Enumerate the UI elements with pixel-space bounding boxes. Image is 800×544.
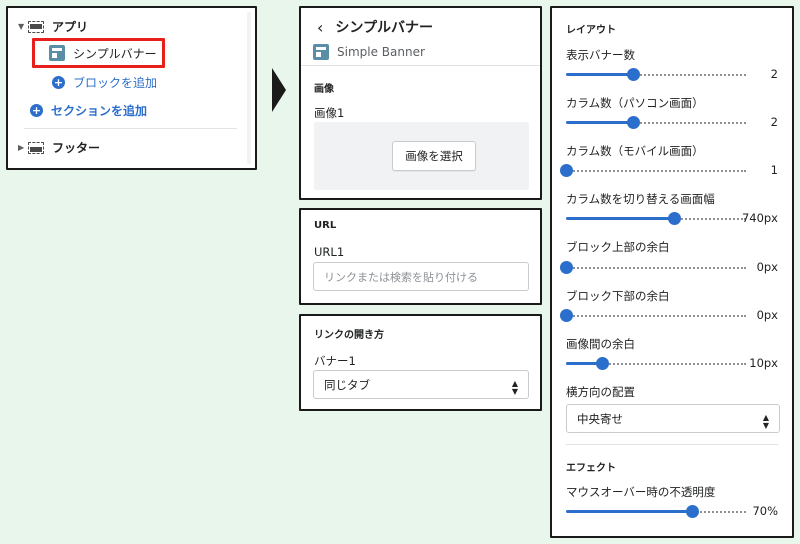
add-section-link[interactable]: + セクションを追加 bbox=[30, 102, 147, 119]
slider-track bbox=[566, 315, 746, 317]
slider-track bbox=[566, 267, 746, 269]
url-settings-panel: URL URL1 リンクまたは検索を貼り付ける bbox=[299, 208, 542, 305]
slider-fill bbox=[566, 73, 633, 76]
banner-count-value: 2 bbox=[770, 67, 778, 81]
slider-track bbox=[566, 170, 746, 172]
section-heading-image: 画像 bbox=[314, 84, 334, 95]
divider bbox=[566, 444, 778, 445]
app-subtitle: Simple Banner bbox=[337, 45, 425, 59]
slider-thumb[interactable] bbox=[596, 357, 609, 370]
block-bottom-margin-slider[interactable] bbox=[560, 308, 746, 322]
add-section-label: セクションを追加 bbox=[51, 104, 148, 118]
section-app-label: アプリ bbox=[52, 20, 89, 34]
section-heading-effect: エフェクト bbox=[566, 463, 616, 474]
slider-track bbox=[632, 122, 746, 124]
columns-pc-label: カラム数（パソコン画面） bbox=[566, 96, 704, 110]
banner-app-icon bbox=[49, 45, 65, 61]
slider-thumb[interactable] bbox=[626, 68, 640, 81]
add-block-label: ブロックを追加 bbox=[73, 76, 158, 90]
link-target-select[interactable]: 同じタブ ▲ ▼ bbox=[313, 370, 529, 399]
slider-fill bbox=[566, 510, 692, 513]
link-target-selected: 同じタブ bbox=[324, 377, 370, 392]
horizontal-align-select[interactable]: 中央寄せ ▲ ▼ bbox=[566, 404, 780, 433]
field-label-url1: URL1 bbox=[314, 245, 345, 259]
horizontal-align-label: 横方向の配置 bbox=[566, 385, 635, 399]
image-picker-area[interactable]: 画像を選択 bbox=[314, 122, 529, 190]
slider-fill bbox=[566, 121, 633, 124]
slider-thumb[interactable] bbox=[560, 309, 573, 322]
slider-track bbox=[674, 218, 746, 220]
image-gap-value: 10px bbox=[749, 356, 778, 370]
plus-circle-icon: + bbox=[30, 104, 43, 117]
tree-section-footer[interactable]: ▶ フッター bbox=[18, 139, 100, 156]
slider-track bbox=[632, 74, 746, 76]
section-tree-panel: ▼ アプリ シンプルバナー + ブロックを追加 + セクションを追加 ▶ フッタ… bbox=[6, 6, 257, 170]
switch-width-label: カラム数を切り替える画面幅 bbox=[566, 192, 715, 206]
slider-fill bbox=[566, 217, 674, 220]
back-chevron-icon[interactable]: ‹ bbox=[317, 18, 323, 37]
section-heading-url: URL bbox=[314, 220, 337, 231]
slider-thumb[interactable] bbox=[560, 261, 573, 274]
banner-count-slider[interactable] bbox=[566, 67, 746, 81]
caret-right-icon[interactable]: ▶ bbox=[18, 143, 28, 152]
hover-opacity-value: 70% bbox=[752, 504, 778, 518]
tree-divider bbox=[24, 128, 237, 129]
slider-track bbox=[692, 511, 746, 513]
scrollbar[interactable] bbox=[247, 12, 251, 164]
panel-header: ‹ シンプルバナー bbox=[301, 8, 540, 46]
section-icon bbox=[28, 20, 44, 33]
select-image-button[interactable]: 画像を選択 bbox=[392, 141, 476, 171]
section-heading-link-target: リンクの開き方 bbox=[314, 330, 384, 341]
slider-thumb[interactable] bbox=[560, 164, 573, 177]
app-subtitle-row: Simple Banner bbox=[313, 44, 425, 60]
image-gap-slider[interactable] bbox=[566, 356, 746, 370]
select-arrows-icon: ▲ ▼ bbox=[762, 413, 769, 430]
slider-thumb[interactable] bbox=[668, 212, 681, 225]
block-bottom-margin-label: ブロック下部の余白 bbox=[566, 289, 670, 303]
field-label-image1: 画像1 bbox=[314, 106, 345, 120]
tree-section-app[interactable]: ▼ アプリ bbox=[18, 18, 88, 35]
horizontal-align-selected: 中央寄せ bbox=[577, 411, 623, 426]
banner-count-label: 表示バナー数 bbox=[566, 48, 635, 62]
plus-circle-icon: + bbox=[52, 76, 65, 89]
page-title: シンプルバナー bbox=[335, 20, 433, 36]
hover-opacity-label: マウスオーバー時の不透明度 bbox=[566, 485, 716, 499]
caret-down-icon[interactable]: ▼ bbox=[18, 22, 28, 31]
columns-pc-slider[interactable] bbox=[566, 115, 746, 129]
block-simple-banner[interactable]: シンプルバナー bbox=[32, 38, 165, 68]
block-bottom-margin-value: 0px bbox=[756, 308, 778, 322]
url-input[interactable]: リンクまたは検索を貼り付ける bbox=[313, 262, 529, 291]
section-icon bbox=[28, 141, 44, 154]
link-target-panel: リンクの開き方 バナー1 同じタブ ▲ ▼ bbox=[299, 314, 542, 411]
slider-thumb[interactable] bbox=[686, 505, 699, 518]
section-footer-label: フッター bbox=[52, 141, 101, 155]
select-arrows-icon: ▲ ▼ bbox=[511, 379, 518, 396]
section-heading-layout: レイアウト bbox=[566, 25, 616, 36]
slider-thumb[interactable] bbox=[626, 116, 640, 129]
switch-width-value: 740px bbox=[741, 211, 778, 225]
block-top-margin-value: 0px bbox=[756, 260, 778, 274]
add-block-link[interactable]: + ブロックを追加 bbox=[52, 74, 157, 91]
flow-arrow-icon bbox=[272, 68, 286, 112]
block-top-margin-slider[interactable] bbox=[560, 260, 746, 274]
field-label-banner1: バナー1 bbox=[314, 354, 356, 368]
divider bbox=[301, 65, 540, 66]
columns-mobile-label: カラム数（モバイル画面） bbox=[566, 144, 704, 158]
banner-app-icon bbox=[313, 44, 329, 60]
image-settings-panel: ‹ シンプルバナー Simple Banner 画像 画像1 画像を選択 bbox=[299, 6, 542, 200]
layout-settings-panel: レイアウト 表示バナー数 2 カラム数（パソコン画面） 2 カラム数（モバイル画… bbox=[550, 6, 794, 538]
columns-pc-value: 2 bbox=[770, 115, 778, 129]
image-gap-label: 画像間の余白 bbox=[566, 337, 635, 351]
slider-track bbox=[602, 363, 746, 365]
switch-width-slider[interactable] bbox=[566, 211, 746, 225]
block-simple-banner-label: シンプルバナー bbox=[73, 46, 157, 61]
columns-mobile-slider[interactable] bbox=[560, 163, 746, 177]
block-top-margin-label: ブロック上部の余白 bbox=[566, 240, 670, 254]
columns-mobile-value: 1 bbox=[770, 163, 778, 177]
hover-opacity-slider[interactable] bbox=[566, 504, 746, 518]
